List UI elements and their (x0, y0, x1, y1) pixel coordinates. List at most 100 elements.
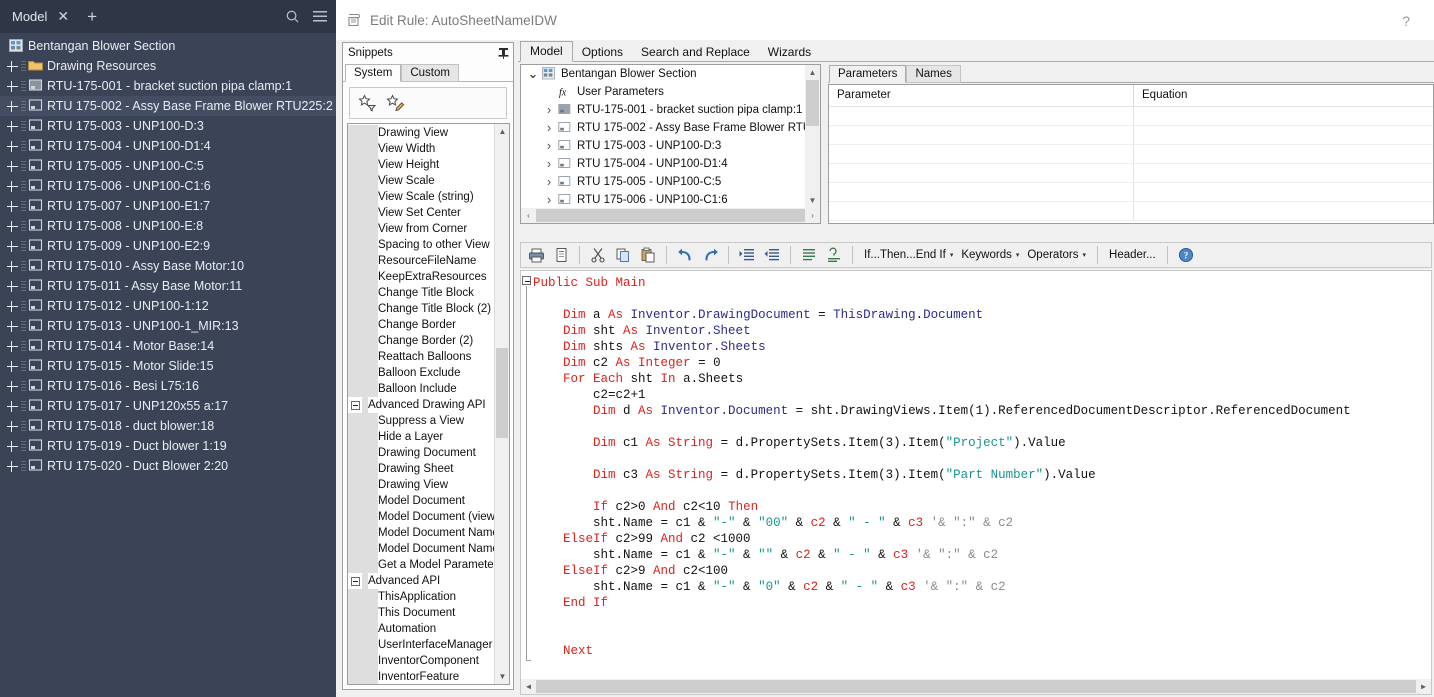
browser-tree-item[interactable]: RTU 175-004 - UNP100-D1:4 (0, 136, 336, 156)
header-button[interactable]: Header... (1105, 247, 1160, 263)
browser-tree-item[interactable]: RTU 175-008 - UNP100-E:8 (0, 216, 336, 236)
scrollbar-thumb[interactable] (806, 80, 819, 126)
parameter-cell[interactable] (829, 202, 1134, 220)
uncomment-block-icon[interactable] (823, 244, 845, 266)
scrollbar-thumb[interactable] (536, 680, 1416, 693)
scroll-up-icon[interactable]: ▲ (805, 65, 820, 80)
chevron-right-icon[interactable]: › (541, 173, 557, 191)
browser-tree-item[interactable]: Drawing Resources (0, 56, 336, 76)
expand-plus-icon[interactable] (6, 60, 19, 73)
scroll-left-icon[interactable]: ◀ (521, 679, 536, 694)
snippet-item[interactable]: Change Title Block (348, 285, 509, 301)
tab-search-and-replace[interactable]: Search and Replace (632, 43, 759, 62)
snippet-item[interactable]: Suppress a View (348, 413, 509, 429)
collapse-minus-icon[interactable] (348, 397, 362, 413)
tab-options[interactable]: Options (573, 43, 632, 62)
code-line[interactable]: sht.Name = c1 & "-" & "0" & c2 & " - " &… (533, 579, 1431, 595)
browser-tab-model[interactable]: Model ✕ (8, 0, 73, 33)
code-line[interactable] (533, 611, 1431, 627)
parameters-empty-row[interactable] (829, 202, 1433, 221)
snippet-item[interactable]: Drawing Sheet (348, 461, 509, 477)
scroll-up-icon[interactable]: ▲ (495, 124, 509, 139)
browser-tree-item[interactable]: RTU 175-003 - UNP100-D:3 (0, 116, 336, 136)
snippets-vertical-scrollbar[interactable]: ▲ ▼ (494, 124, 509, 684)
code-line[interactable]: If c2>0 And c2<10 Then (533, 499, 1431, 515)
snippet-item[interactable]: KeepExtraResources (348, 269, 509, 285)
scroll-right-icon[interactable]: › (805, 208, 820, 223)
snippet-item[interactable]: View from Corner (348, 221, 509, 237)
snippet-item[interactable]: Get a Model Parameter (348, 557, 509, 573)
expand-plus-icon[interactable] (6, 140, 19, 153)
parameters-empty-row[interactable] (829, 145, 1433, 164)
model-tree-row[interactable]: › RTU 175-004 - UNP100-D1:4 (521, 155, 820, 173)
parameters-tab-parameters[interactable]: Parameters (829, 65, 907, 83)
code-line[interactable] (533, 483, 1431, 499)
parameters-empty-row[interactable] (829, 107, 1433, 126)
code-text[interactable]: Public Sub Main Dim a As Inventor.Drawin… (527, 275, 1431, 694)
snippet-item[interactable]: UserInterfaceManager (348, 637, 509, 653)
model-tree-rows[interactable]: ⌄ Bentangan Blower Section fx User Paramete… (521, 65, 820, 223)
parameters-grid[interactable]: Parameter Equation (828, 84, 1434, 224)
code-editor[interactable]: Public Sub Main Dim a As Inventor.Drawin… (520, 270, 1432, 695)
expand-plus-icon[interactable] (6, 180, 19, 193)
code-line[interactable] (533, 451, 1431, 467)
equation-cell[interactable] (1134, 183, 1433, 201)
parameters-empty-row[interactable] (829, 183, 1433, 202)
tab-wizards[interactable]: Wizards (759, 43, 820, 62)
code-line[interactable]: Dim shts As Inventor.Sheets (533, 339, 1431, 355)
snippet-item[interactable]: Model Document Name (348, 541, 509, 557)
pin-icon[interactable] (498, 47, 509, 59)
snippets-tree[interactable]: Drawing View View Width View Height View Sc… (348, 124, 509, 684)
code-line[interactable]: sht.Name = c1 & "-" & "00" & c2 & " - " … (533, 515, 1431, 531)
snippet-item[interactable]: View Scale (string) (348, 189, 509, 205)
expand-plus-icon[interactable] (6, 200, 19, 213)
comment-block-icon[interactable] (798, 244, 820, 266)
parameter-cell[interactable] (829, 183, 1134, 201)
model-tree-box[interactable]: ⌄ Bentangan Blower Section fx User Paramete… (520, 64, 821, 224)
snippet-item[interactable]: ThisApplication (348, 589, 509, 605)
chevron-right-icon[interactable]: › (541, 155, 557, 173)
parameter-cell[interactable] (829, 164, 1134, 182)
parameter-cell[interactable] (829, 126, 1134, 144)
code-line[interactable]: sht.Name = c1 & "-" & "" & c2 & " - " & … (533, 547, 1431, 563)
snippet-item[interactable]: Balloon Include (348, 381, 509, 397)
snippet-item[interactable]: Model Document (view) (348, 509, 509, 525)
browser-tree-item[interactable]: RTU 175-002 - Assy Base Frame Blower RTU… (0, 96, 336, 116)
help-icon[interactable]: ? (1402, 13, 1410, 29)
browser-tree-item[interactable]: RTU 175-013 - UNP100-1_MIR:13 (0, 316, 336, 336)
expand-plus-icon[interactable] (6, 120, 19, 133)
snippet-item[interactable]: InventorComponent (348, 653, 509, 669)
browser-tree-item[interactable]: RTU 175-020 - Duct Blower 2:20 (0, 456, 336, 476)
expand-plus-icon[interactable] (6, 300, 19, 313)
scroll-down-icon[interactable]: ▼ (495, 669, 509, 684)
equation-cell[interactable] (1134, 145, 1433, 163)
snippet-item[interactable]: View Height (348, 157, 509, 173)
snippet-item[interactable]: Drawing View (348, 125, 509, 141)
code-line[interactable] (533, 627, 1431, 643)
add-tab-icon[interactable]: + (87, 7, 97, 27)
browser-tree-item[interactable]: RTU 175-011 - Assy Base Motor:11 (0, 276, 336, 296)
expand-plus-icon[interactable] (6, 220, 19, 233)
model-tree-horizontal-scrollbar[interactable]: ‹ › (521, 208, 820, 223)
code-line[interactable]: Dim d As Inventor.Document = sht.Drawing… (533, 403, 1431, 419)
snippet-item[interactable]: View Scale (348, 173, 509, 189)
equation-cell[interactable] (1134, 126, 1433, 144)
browser-tree-item[interactable]: RTU 175-006 - UNP100-C1:6 (0, 176, 336, 196)
snippet-item[interactable]: Drawing View (348, 477, 509, 493)
cut-icon[interactable] (587, 244, 609, 266)
code-line[interactable]: End If (533, 595, 1431, 611)
snippet-item[interactable]: Model Document (348, 493, 509, 509)
code-line[interactable]: Public Sub Main (533, 275, 1431, 291)
code-line[interactable] (533, 419, 1431, 435)
code-line[interactable]: Next (533, 643, 1431, 659)
parameter-cell[interactable] (829, 107, 1134, 125)
equation-cell[interactable] (1134, 107, 1433, 125)
expand-plus-icon[interactable] (6, 340, 19, 353)
browser-root-item[interactable]: Bentangan Blower Section (0, 36, 336, 56)
snippet-item[interactable]: Change Border (2) (348, 333, 509, 349)
chevron-right-icon[interactable]: › (541, 191, 557, 209)
browser-tree-item[interactable]: RTU 175-019 - Duct blower 1:19 (0, 436, 336, 456)
snippet-item[interactable]: Spacing to other View (348, 237, 509, 253)
help-circle-icon[interactable]: ? (1175, 244, 1197, 266)
scroll-right-icon[interactable]: ▶ (1416, 679, 1431, 694)
